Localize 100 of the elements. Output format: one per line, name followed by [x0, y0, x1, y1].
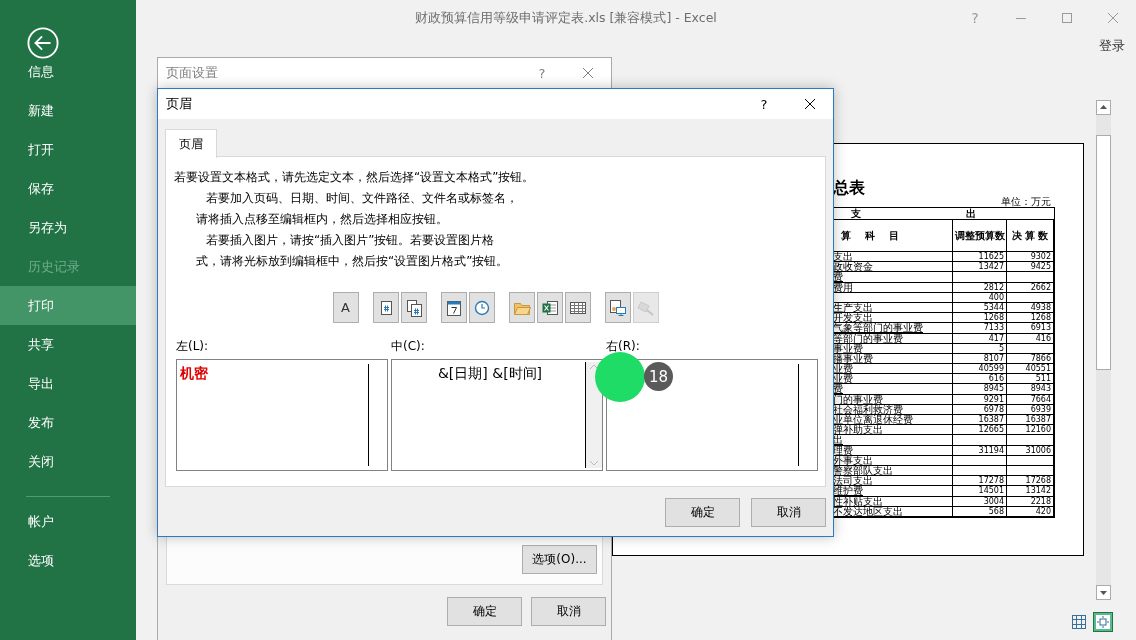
clock-icon — [472, 298, 491, 317]
table-cell: 416 — [1007, 333, 1054, 344]
spreadsheet-file-icon — [540, 298, 559, 317]
table-cell: 31194 — [953, 445, 1007, 456]
table-cell: 2812 — [953, 282, 1007, 293]
table-cell: 2662 — [1007, 282, 1054, 293]
table-cell: 1268 — [1007, 313, 1054, 324]
header-cell: 出 — [966, 208, 976, 219]
table-cell: 17278 — [953, 476, 1007, 487]
menu-item[interactable]: 打开 — [0, 130, 136, 169]
table-cell: 12665 — [953, 425, 1007, 436]
calendar-button[interactable] — [440, 292, 467, 323]
table-cell: 7133 — [953, 323, 1007, 334]
table-cell — [953, 435, 1007, 446]
menu-item[interactable]: 共享 — [0, 325, 136, 364]
column-header: 调整预算数 — [953, 220, 1007, 252]
table-cell: 40551 — [1007, 364, 1054, 375]
table-cell: 9291 — [953, 394, 1007, 405]
scroll-down-icon[interactable] — [1096, 585, 1111, 600]
cancel-button[interactable]: 取消 — [531, 597, 606, 626]
table-cell: 40599 — [953, 364, 1007, 375]
table-cell: 6913 — [1007, 323, 1054, 334]
table-cell: 16387 — [953, 415, 1007, 426]
table-cell: 4938 — [1007, 302, 1054, 314]
table-cell: 31006 — [1007, 445, 1054, 456]
table-cell: 6939 — [1007, 404, 1054, 415]
section-label: 左(L): — [176, 339, 210, 353]
table-cell: 7866 — [1007, 353, 1054, 365]
table-cell: 11625 — [953, 252, 1007, 263]
sheet-title: 总表 — [833, 179, 866, 197]
margins-view-icon[interactable] — [1093, 612, 1113, 632]
menu-item[interactable]: 新建 — [0, 91, 136, 130]
format-text-button[interactable]: A — [332, 292, 359, 323]
section-label: 右(R): — [606, 339, 641, 353]
pages-button[interactable] — [400, 292, 427, 323]
unit-label: 单位：万元 — [1000, 197, 1052, 207]
column-header: 决 算 数 — [1007, 220, 1054, 252]
table-cell: 14501 — [953, 486, 1007, 497]
menu-item[interactable]: 另存为 — [0, 208, 136, 247]
table-cell — [953, 455, 1007, 466]
table-cell: 9425 — [1007, 262, 1054, 273]
table-cell: 5 — [953, 343, 1007, 354]
table-cell: 13142 — [1007, 486, 1054, 497]
window-title: 财政预算信用等级申请评定表.xls [兼容模式] - Excel — [414, 9, 718, 27]
menu-item[interactable]: 发布 — [0, 403, 136, 442]
table-cell: 7664 — [1007, 394, 1054, 405]
pages-icon — [404, 298, 423, 317]
menu-item[interactable]: 信息 — [0, 52, 136, 91]
instruction-text: 请将插入点移至编辑框内，然后选择相应按钮。 — [195, 211, 449, 228]
sign-in-link[interactable]: 登录 — [1099, 38, 1125, 53]
table-cell: 6978 — [953, 404, 1007, 415]
picture-monitor-button[interactable] — [604, 292, 631, 323]
instruction-text: 若要设置文本格式，请先选定文本，然后选择“设置文本格式”按钮。 — [174, 169, 536, 186]
dialog-title: 页眉 — [165, 95, 193, 113]
tab[interactable]: 页眉 — [165, 129, 217, 158]
table-cell: 417 — [953, 333, 1007, 344]
table-cell: 16387 — [1007, 415, 1054, 426]
menu-item[interactable]: 关闭 — [0, 442, 136, 481]
header-cell: 支 — [851, 208, 861, 219]
clock-button[interactable] — [468, 292, 495, 323]
table-cell — [953, 465, 1007, 477]
ok-button[interactable]: 确定 — [665, 498, 740, 527]
scroll-thumb[interactable] — [1096, 135, 1111, 370]
table-cell: 400 — [953, 292, 1007, 303]
options-button[interactable]: 选项(O)... — [522, 545, 597, 574]
header-edit-field[interactable]: 机密 — [176, 359, 388, 471]
table-cell: 9302 — [1007, 252, 1054, 263]
menu-item[interactable]: 打印 — [0, 286, 136, 325]
instruction-text: 若要加入页码、日期、时间、文件路径、文件名或标签名， — [205, 190, 519, 207]
table-cell: 12160 — [1007, 425, 1054, 436]
back-button[interactable] — [26, 27, 60, 59]
table-cell: 8945 — [953, 384, 1007, 395]
menu-item[interactable]: 选项 — [0, 541, 136, 580]
help-button[interactable]: ? — [741, 96, 787, 112]
table-cell: 8943 — [1007, 384, 1054, 395]
table-cell: 568 — [953, 506, 1007, 517]
section-label: 中(C): — [391, 339, 426, 353]
table-cell — [953, 272, 1007, 283]
spreadsheet-file-button[interactable] — [536, 292, 563, 323]
table-cell: 5344 — [953, 302, 1007, 314]
page-number-button[interactable] — [372, 292, 399, 323]
table-cell: 17268 — [1007, 476, 1054, 487]
table-cell: 13427 — [953, 262, 1007, 273]
menu-item[interactable]: 帐户 — [0, 502, 136, 541]
close-icon[interactable] — [804, 98, 816, 110]
ok-button[interactable]: 确定 — [447, 597, 522, 626]
grid-button[interactable] — [564, 292, 591, 323]
instruction-text: 若要插入图片，请按“插入图片”按钮。若要设置图片格 — [205, 232, 496, 249]
help-button[interactable]: ? — [519, 65, 565, 81]
table-cell: 1268 — [953, 313, 1007, 324]
scroll-up-icon[interactable] — [1096, 100, 1111, 115]
table-cell: 511 — [1007, 374, 1054, 385]
table-cell: 2218 — [1007, 496, 1054, 507]
table-cell: 420 — [1007, 506, 1054, 517]
grid-view-icon[interactable] — [1069, 612, 1089, 632]
cancel-button[interactable]: 取消 — [751, 498, 826, 527]
menu-item[interactable]: 导出 — [0, 364, 136, 403]
menu-item[interactable]: 保存 — [0, 169, 136, 208]
table-cell: 8107 — [953, 353, 1007, 365]
dialog-title: 页面设置 — [165, 64, 219, 82]
